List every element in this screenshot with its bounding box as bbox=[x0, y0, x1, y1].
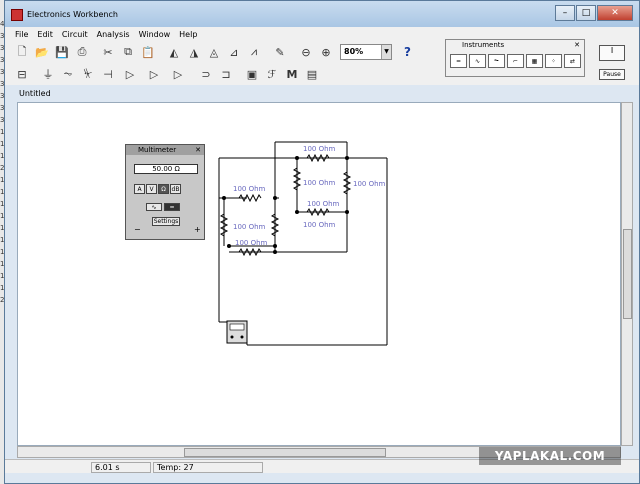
resistor-label: 100 Ohm bbox=[233, 185, 266, 193]
temperature: Temp: 27 bbox=[153, 462, 263, 473]
basic-bin-icon[interactable]: ⏦ bbox=[59, 65, 77, 83]
app-icon bbox=[11, 9, 23, 21]
digital-ics-bin-icon[interactable]: ▷ bbox=[167, 65, 189, 83]
analog-ics-bin-icon[interactable]: ▷ bbox=[119, 65, 141, 83]
rotate-icon[interactable]: ◭ bbox=[165, 43, 183, 61]
chevron-down-icon: ▼ bbox=[381, 45, 391, 59]
positive-terminal[interactable]: + bbox=[194, 225, 201, 234]
dc-mode-button[interactable]: ━ bbox=[164, 203, 180, 211]
function-generator-instrument-icon[interactable]: ∿ bbox=[469, 54, 486, 68]
close-button[interactable]: ✕ bbox=[597, 5, 633, 21]
circuit-diagram: 100 Ohm 100 Ohm 100 Ohm 100 Ohm 100 Ohm … bbox=[218, 141, 388, 346]
menu-file[interactable]: File bbox=[15, 30, 28, 39]
controls-bin-icon[interactable]: ℱ bbox=[263, 65, 281, 83]
open-folder-icon[interactable]: 📂 bbox=[33, 43, 51, 61]
logic-analyzer-instrument-icon[interactable]: ⁘ bbox=[545, 54, 562, 68]
print-icon[interactable]: ⎙ bbox=[73, 43, 91, 61]
oscilloscope-instrument-icon[interactable]: ⏦ bbox=[488, 54, 505, 68]
save-icon[interactable]: 💾 bbox=[53, 43, 71, 61]
create-subcircuit-icon[interactable]: ✎ bbox=[271, 43, 289, 61]
menu-help[interactable]: Help bbox=[179, 30, 197, 39]
new-file-icon[interactable]: 🗋 bbox=[13, 43, 31, 61]
resistor-left-top[interactable] bbox=[238, 193, 262, 203]
instruments-title: Instruments bbox=[462, 41, 505, 49]
junction-dot bbox=[273, 196, 277, 200]
resistor-label: 100 Ohm bbox=[233, 223, 266, 231]
resistor-label: 100 Ohm bbox=[307, 200, 340, 208]
title-bar: Electronics Workbench – □ ✕ bbox=[5, 1, 639, 27]
menu-analysis[interactable]: Analysis bbox=[97, 30, 130, 39]
ohmmeter-mode-button[interactable]: Ω bbox=[158, 184, 169, 194]
junction-dot bbox=[273, 250, 277, 254]
voltmeter-mode-button[interactable]: V bbox=[146, 184, 157, 194]
zoom-select[interactable]: 80% ▼ bbox=[340, 44, 392, 60]
junction-dot bbox=[222, 196, 226, 200]
pause-button[interactable]: Pause bbox=[599, 69, 625, 80]
junction-dot bbox=[345, 156, 349, 160]
multimeter-display: 50.00 Ω bbox=[134, 164, 198, 174]
minimize-button[interactable]: – bbox=[555, 5, 575, 21]
logic-gates-bin-icon[interactable]: ⊃ bbox=[197, 65, 215, 83]
maximize-button[interactable]: □ bbox=[576, 5, 596, 21]
scroll-thumb[interactable] bbox=[623, 229, 632, 319]
close-icon[interactable]: ✕ bbox=[574, 40, 580, 50]
zoom-in-icon[interactable]: ⊕ bbox=[317, 43, 335, 61]
menu-edit[interactable]: Edit bbox=[37, 30, 53, 39]
menu-circuit[interactable]: Circuit bbox=[62, 30, 88, 39]
close-icon[interactable]: ✕ bbox=[195, 145, 201, 155]
ammeter-mode-button[interactable]: A bbox=[134, 184, 145, 194]
flip-horizontal-icon[interactable]: ◮ bbox=[185, 43, 203, 61]
decibel-mode-button[interactable]: dB bbox=[170, 184, 181, 194]
zoom-value: 80% bbox=[344, 47, 364, 56]
multimeter-instrument-icon[interactable]: ═ bbox=[450, 54, 467, 68]
simulation-time: 6.01 s bbox=[91, 462, 151, 473]
watermark: YAPLAKAL.COM bbox=[479, 447, 621, 465]
bode-plotter-instrument-icon[interactable]: ⌐ bbox=[507, 54, 524, 68]
mixed-ics-bin-icon[interactable]: ▷ bbox=[143, 65, 165, 83]
junction-dot bbox=[273, 244, 277, 248]
word-generator-instrument-icon[interactable]: ▦ bbox=[526, 54, 543, 68]
scroll-thumb[interactable] bbox=[184, 448, 386, 457]
window-title: Electronics Workbench bbox=[27, 10, 118, 19]
help-button[interactable]: ? bbox=[404, 45, 411, 59]
negative-terminal[interactable]: − bbox=[134, 225, 141, 234]
multimeter-title: Multimeter bbox=[138, 146, 177, 154]
transistors-bin-icon[interactable]: ⊣ bbox=[99, 65, 117, 83]
junction-dot bbox=[345, 210, 349, 214]
power-switch[interactable]: I bbox=[599, 45, 625, 61]
document-title: Untitled bbox=[19, 89, 51, 98]
settings-button[interactable]: Settings bbox=[152, 217, 180, 226]
resistor-label: 100 Ohm bbox=[303, 145, 336, 153]
indicators-bin-icon[interactable]: ▣ bbox=[243, 65, 261, 83]
junction-dot bbox=[227, 244, 231, 248]
component-properties-icon[interactable]: ⊿ bbox=[225, 43, 243, 61]
instruments-panel: Instruments ✕ ═ ∿ ⏦ ⌐ ▦ ⁘ ⇄ bbox=[445, 39, 585, 77]
ac-mode-button[interactable]: ∿ bbox=[146, 203, 162, 211]
resistor-label: 100 Ohm bbox=[235, 239, 268, 247]
menu-window[interactable]: Window bbox=[139, 30, 171, 39]
flip-vertical-icon[interactable]: ◬ bbox=[205, 43, 223, 61]
cut-icon[interactable]: ✂ bbox=[99, 43, 117, 61]
favorites-bin-icon[interactable]: ⊟ bbox=[13, 65, 31, 83]
junction-dot bbox=[295, 210, 299, 214]
graph-icon[interactable]: ⩘ bbox=[245, 43, 263, 61]
digital-bin-icon[interactable]: ⊐ bbox=[217, 65, 235, 83]
multimeter-symbol[interactable] bbox=[226, 320, 248, 344]
zoom-out-icon[interactable]: ⊖ bbox=[297, 43, 315, 61]
instruments-bin-icon[interactable]: ▤ bbox=[303, 65, 321, 83]
paste-icon[interactable]: 📋 bbox=[139, 43, 157, 61]
copy-icon[interactable]: ⧉ bbox=[119, 43, 137, 61]
resistor-label: 100 Ohm bbox=[353, 180, 386, 188]
junction-dot bbox=[295, 156, 299, 160]
resistor-label: 100 Ohm bbox=[303, 179, 336, 187]
multimeter-window[interactable]: Multimeter ✕ 50.00 Ω A V Ω dB ∿ ━ Settin… bbox=[125, 144, 205, 240]
resistor-label: 100 Ohm bbox=[303, 221, 336, 229]
miscellaneous-bin-icon[interactable]: M bbox=[283, 65, 301, 83]
vertical-scrollbar[interactable] bbox=[621, 102, 633, 446]
logic-converter-instrument-icon[interactable]: ⇄ bbox=[564, 54, 581, 68]
sources-bin-icon[interactable]: ⏚ bbox=[39, 65, 57, 83]
diodes-bin-icon[interactable]: ⏧ bbox=[79, 65, 97, 83]
app-window: Electronics Workbench – □ ✕ File Edit Ci… bbox=[4, 0, 640, 484]
